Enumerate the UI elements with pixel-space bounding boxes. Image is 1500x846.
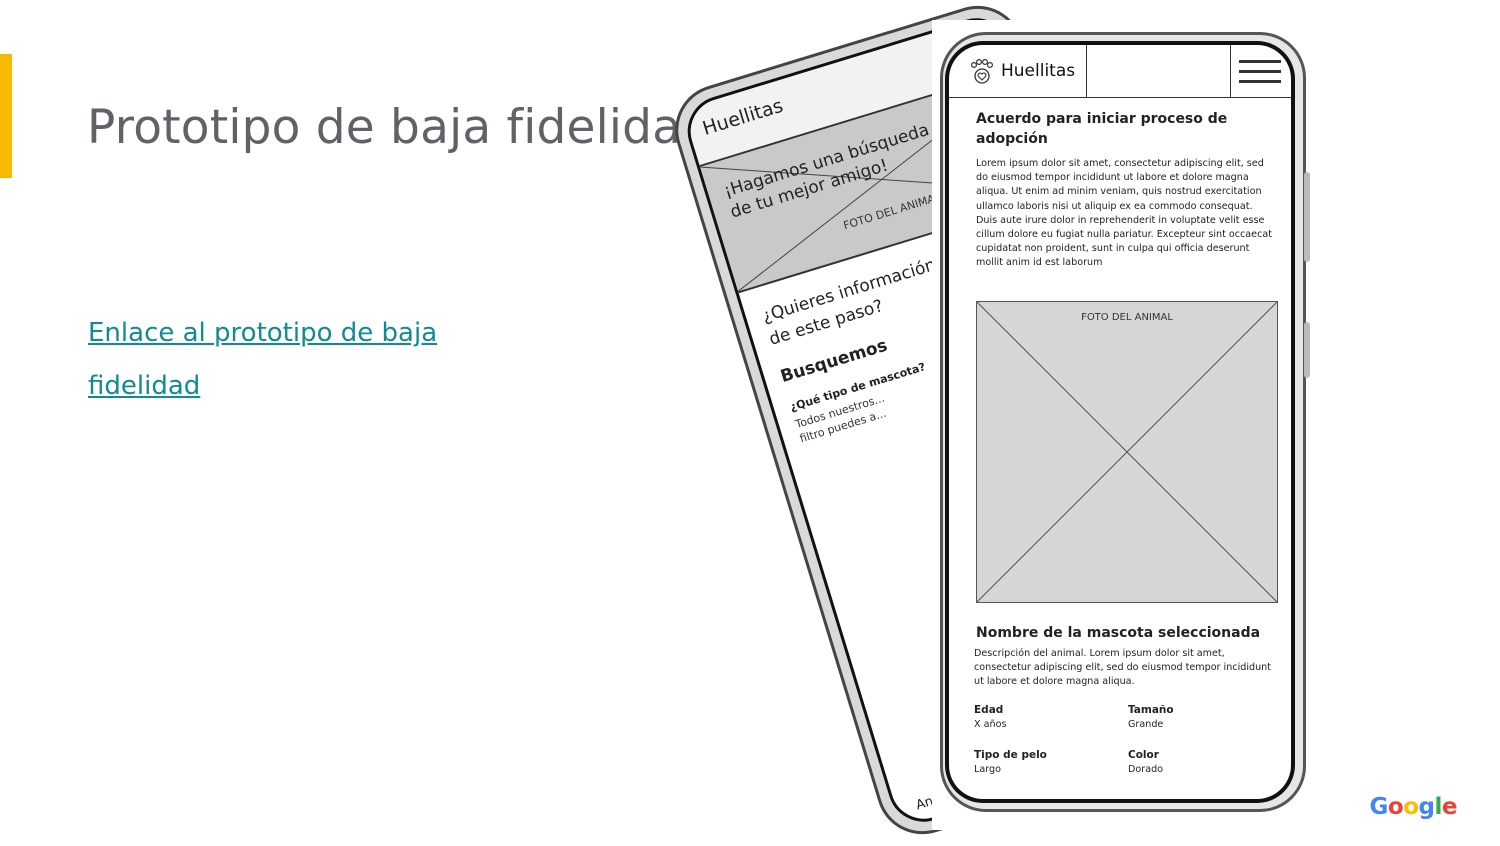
attribute-label: Tamaño — [1128, 704, 1174, 716]
attribute-label: Tipo de pelo — [974, 749, 1047, 761]
attribute-value: Dorado — [1128, 764, 1164, 775]
attribute-coat: Tipo de pelo Largo — [974, 748, 1047, 778]
attribute-label: Edad — [974, 704, 1004, 716]
menu-button[interactable] — [1230, 45, 1291, 97]
attribute-age: Edad X años — [974, 703, 1006, 733]
hamburger-menu-icon — [1239, 60, 1281, 84]
photo-label: FOTO DEL ANIMAL — [1081, 312, 1173, 323]
agreement-heading: Acuerdo para iniciar proceso de adopción — [976, 111, 1228, 147]
power-button — [1304, 322, 1310, 378]
animal-photo-placeholder: FOTO DEL ANIMAL — [976, 301, 1278, 603]
google-logo: Google — [1369, 794, 1458, 820]
app-logo[interactable]: Huellitas — [961, 45, 1087, 97]
attribute-label: Color — [1128, 749, 1159, 761]
back-phone-logo: Huellitas — [700, 94, 786, 140]
front-phone-screen: Huellitas Acuerdo para iniciar proceso d… — [945, 41, 1295, 803]
paw-icon — [970, 59, 994, 84]
pet-description: Descripción del animal. Lorem ipsum dolo… — [974, 648, 1272, 688]
logo-letter: o — [1387, 794, 1404, 820]
volume-button — [1304, 172, 1310, 262]
logo-letter: o — [1403, 794, 1419, 820]
app-header: Huellitas — [949, 45, 1291, 98]
logo-letter: g — [1418, 794, 1435, 820]
prototype-link[interactable]: Enlace al prototipo de baja fidelidad — [88, 307, 468, 413]
attribute-size: Tamaño Grande — [1128, 703, 1174, 733]
attribute-value: Largo — [974, 764, 1001, 775]
attribute-color: Color Dorado — [1128, 748, 1163, 778]
logo-letter: l — [1434, 794, 1443, 820]
agreement-text: Lorem ipsum dolor sit amet, consectetur … — [976, 158, 1272, 269]
attribute-value: X años — [974, 719, 1007, 730]
front-phone-mockup: Huellitas Acuerdo para iniciar proceso d… — [940, 32, 1310, 812]
slide-title: Prototipo de baja fidelidad — [87, 100, 712, 155]
logo-letter: e — [1441, 794, 1458, 820]
accent-bar — [0, 54, 12, 178]
attribute-value: Grande — [1128, 719, 1164, 730]
pet-name-heading: Nombre de la mascota seleccionada — [976, 625, 1261, 641]
logo-letter: G — [1369, 794, 1389, 820]
app-logo-text: Huellitas — [1001, 61, 1076, 81]
placeholder-cross-icon — [977, 302, 1277, 602]
front-phone-content: Huellitas Acuerdo para iniciar proceso d… — [949, 45, 1291, 799]
